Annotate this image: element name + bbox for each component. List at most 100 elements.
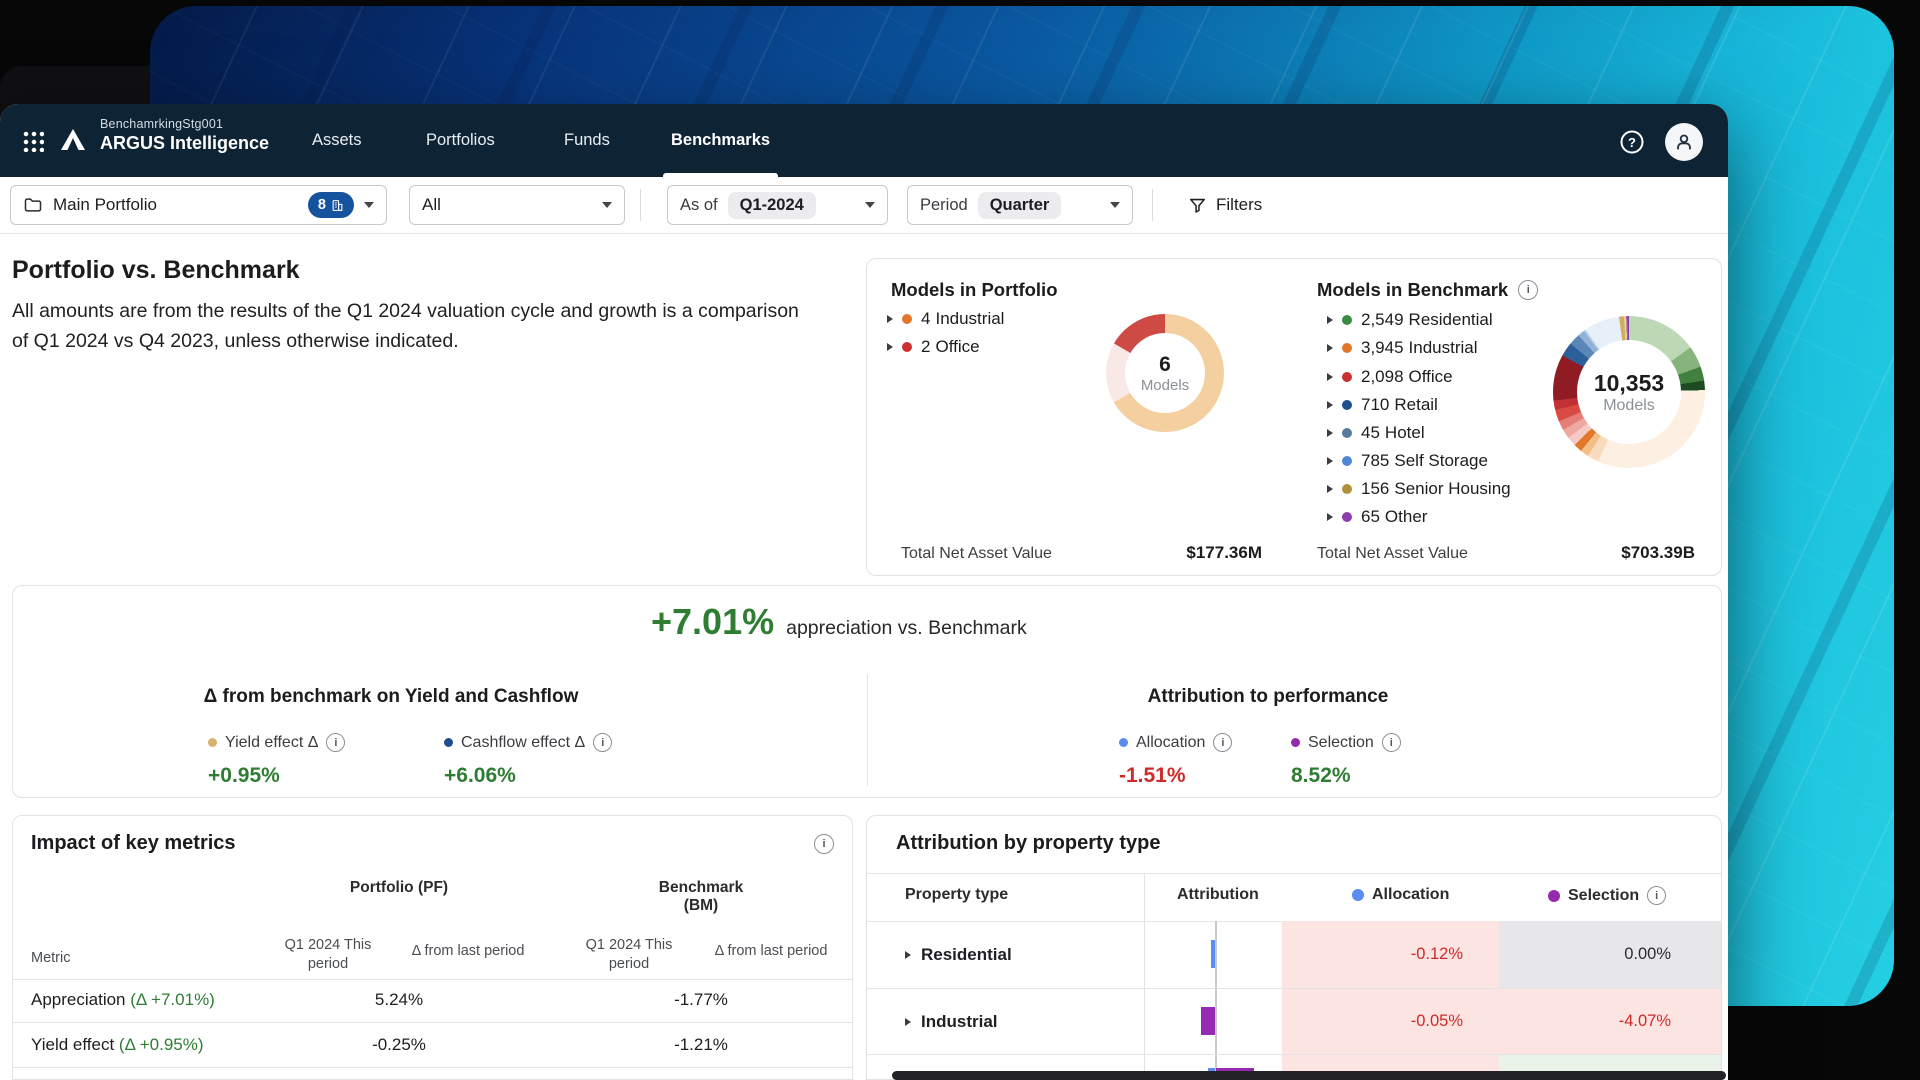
funnel-icon <box>1190 198 1205 213</box>
selection-metric: Selection i 8.52% <box>1291 733 1401 788</box>
legend-count: 785 <box>1361 451 1390 470</box>
row-industrial[interactable]: Industrial <box>905 1012 998 1032</box>
legend-item-self-storage[interactable]: 785 Self Storage <box>1327 451 1488 471</box>
legend-item-senior-housing[interactable]: 156 Senior Housing <box>1327 479 1511 499</box>
pf-value: -0.25% <box>372 1035 426 1054</box>
selection-header: Selection i <box>1548 886 1667 905</box>
info-icon[interactable]: i <box>1381 733 1401 752</box>
legend-count: 3,945 <box>1361 338 1404 357</box>
tab-benchmarks[interactable]: Benchmarks <box>663 104 779 177</box>
person-icon <box>1677 134 1691 150</box>
tab-funds[interactable]: Funds <box>564 104 610 177</box>
industrial-selection-cell: -4.07% <box>1499 988 1721 1054</box>
legend-dot <box>902 342 912 352</box>
legend-dot <box>1342 484 1352 494</box>
caret-right-icon <box>1327 513 1333 521</box>
industrial-selection-bar <box>1201 1007 1215 1035</box>
divider <box>867 674 868 786</box>
divider <box>867 1054 1721 1055</box>
top-nav: BenchamrkingStg001 ARGUS Intelligence As… <box>0 104 1728 177</box>
chevron-down-icon <box>1110 202 1120 208</box>
info-icon[interactable]: i <box>1213 733 1233 752</box>
impact-title: Impact of key metrics <box>31 832 236 854</box>
metric-value: -1.51% <box>1119 764 1186 787</box>
yield-effect-metric: Yield effect Δ i +0.95% <box>208 733 346 788</box>
allocation-header: Allocation <box>1352 886 1449 904</box>
legend-item-office[interactable]: 2 Office <box>887 337 980 357</box>
headline-value: +7.01% <box>651 601 775 642</box>
zero-axis <box>1215 921 1217 1079</box>
info-icon[interactable]: i <box>814 834 834 854</box>
period-label: Period <box>920 195 968 214</box>
benchmark-total-nav-label: Total Net Asset Value <box>1317 545 1468 562</box>
tab-assets[interactable]: Assets <box>312 104 362 177</box>
portfolio-count: 8 <box>317 197 326 213</box>
chevron-down-icon <box>364 202 374 208</box>
legend-count: 65 <box>1361 507 1380 526</box>
legend-item-industrial[interactable]: 4 Industrial <box>887 309 1004 329</box>
folder-icon <box>24 198 42 212</box>
models-panel: Models in Portfolio 4 Industrial 2 Offic… <box>866 258 1722 576</box>
caret-right-icon <box>887 315 893 323</box>
caret-right-icon <box>1327 373 1333 381</box>
caret-right-icon <box>1327 344 1333 352</box>
legend-item-retail[interactable]: 710 Retail <box>1327 395 1438 415</box>
caret-right-icon <box>905 1018 911 1026</box>
legend-item-residential[interactable]: 2,549 Residential <box>1327 310 1493 330</box>
info-icon[interactable]: i <box>326 733 346 752</box>
legend-label: Self Storage <box>1394 451 1488 470</box>
period-selector[interactable]: Period Quarter <box>907 185 1133 225</box>
divider <box>867 873 1721 874</box>
row-appreciation[interactable]: Appreciation (Δ +7.01%) <box>31 990 215 1010</box>
bm-delta-header: Δ from last period <box>714 943 828 959</box>
legend-label: Industrial <box>1408 338 1478 357</box>
metric-name: Yield effect <box>31 1035 115 1054</box>
donut-center-value: 10,353 <box>1593 369 1665 396</box>
user-avatar[interactable] <box>1665 123 1703 161</box>
column-divider <box>1144 873 1145 1079</box>
environment-name: BenchamrkingStg001 <box>100 117 224 131</box>
portfolio-donut-center: 6 Models <box>1106 314 1224 432</box>
portfolio-donut-chart: 6 Models <box>1106 314 1224 432</box>
residential-allocation-bar <box>1211 940 1215 968</box>
legend-label: Office <box>935 337 980 356</box>
portfolio-selector[interactable]: Main Portfolio 8 <box>10 185 387 225</box>
legend-count: 4 <box>921 309 931 328</box>
argus-logo-icon <box>61 129 85 150</box>
filters-label: Filters <box>1216 195 1263 214</box>
donut-center-value: 6 <box>1159 352 1171 376</box>
divider <box>867 988 1721 989</box>
metric-value: +0.95% <box>208 764 280 787</box>
help-button[interactable]: ? <box>1618 128 1646 156</box>
horizontal-scrollbar[interactable] <box>892 1071 1726 1080</box>
info-icon[interactable]: i <box>1518 280 1539 300</box>
metric-column-header: Metric <box>31 950 71 966</box>
portfolio-total-nav-label: Total Net Asset Value <box>901 545 1052 562</box>
tab-portfolios[interactable]: Portfolios <box>426 104 495 177</box>
legend-dot <box>902 314 912 324</box>
legend-item-office[interactable]: 2,098 Office <box>1327 367 1453 387</box>
scope-selector[interactable]: All <box>409 185 625 225</box>
legend-count: 156 <box>1361 479 1390 498</box>
legend-dot <box>444 738 453 747</box>
legend-item-other[interactable]: 65 Other <box>1327 507 1427 527</box>
filter-bar: Main Portfolio 8 All As of Q1-2024 Perio… <box>0 177 1728 234</box>
info-icon[interactable]: i <box>593 733 613 752</box>
row-label: Residential <box>921 945 1012 964</box>
allocation-metric: Allocation i -1.51% <box>1119 733 1233 788</box>
as-of-selector[interactable]: As of Q1-2024 <box>667 185 888 225</box>
row-residential[interactable]: Residential <box>905 945 1012 965</box>
app-grid-icon[interactable] <box>22 130 44 152</box>
attribution-performance-title: Attribution to performance <box>1147 686 1389 707</box>
row-yield-effect[interactable]: Yield effect (Δ +0.95%) <box>31 1035 204 1055</box>
property-type-header: Property type <box>905 886 1008 904</box>
legend-item-hotel[interactable]: 45 Hotel <box>1327 423 1425 443</box>
divider <box>1152 189 1153 221</box>
info-icon[interactable]: i <box>1647 886 1667 905</box>
legend-item-industrial[interactable]: 3,945 Industrial <box>1327 338 1478 358</box>
donut-center-label: Models <box>1603 396 1655 414</box>
chevron-down-icon <box>602 202 612 208</box>
filters-button[interactable]: Filters <box>1188 185 1262 225</box>
legend-dot <box>1352 889 1364 901</box>
benchmark-group-header: Benchmark (BM) <box>658 879 744 914</box>
